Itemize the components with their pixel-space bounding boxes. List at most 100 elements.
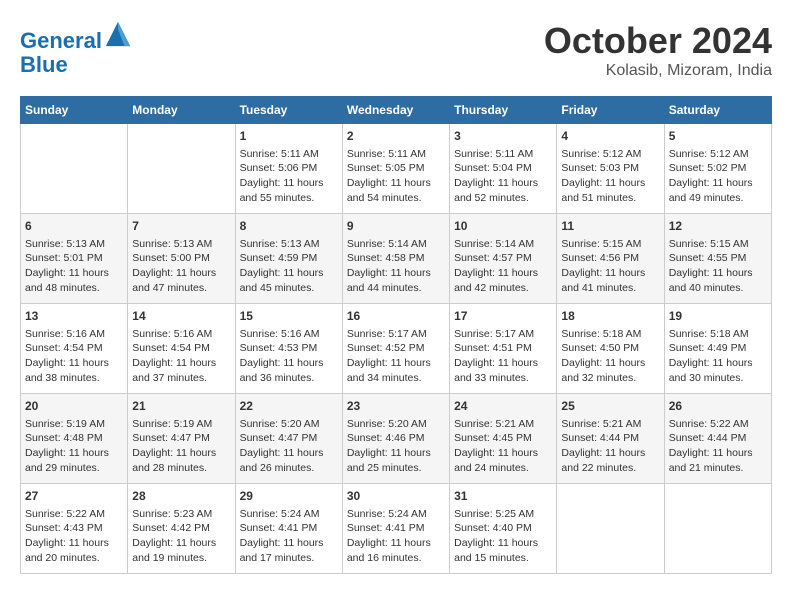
day-info: Sunrise: 5:14 AM Sunset: 4:58 PM Dayligh… xyxy=(347,237,445,296)
header-day-monday: Monday xyxy=(128,97,235,124)
header-day-friday: Friday xyxy=(557,97,664,124)
day-number: 2 xyxy=(347,128,445,145)
header-day-thursday: Thursday xyxy=(450,97,557,124)
calendar-cell: 18 Sunrise: 5:18 AM Sunset: 4:50 PM Dayli… xyxy=(557,304,664,394)
calendar-subtitle: Kolasib, Mizoram, India xyxy=(544,62,772,80)
day-info: Sunrise: 5:13 AM Sunset: 5:00 PM Dayligh… xyxy=(132,237,230,296)
day-info: Sunrise: 5:19 AM Sunset: 4:48 PM Dayligh… xyxy=(25,417,123,476)
day-number: 6 xyxy=(25,218,123,235)
calendar-cell: 20 Sunrise: 5:19 AM Sunset: 4:48 PM Dayli… xyxy=(21,394,128,484)
day-number: 18 xyxy=(561,308,659,325)
title-block: October 2024 Kolasib, Mizoram, India xyxy=(544,20,772,80)
day-number: 10 xyxy=(454,218,552,235)
day-number: 16 xyxy=(347,308,445,325)
page-header: General Blue October 2024 Kolasib, Mizor… xyxy=(20,20,772,80)
day-info: Sunrise: 5:24 AM Sunset: 4:41 PM Dayligh… xyxy=(240,507,338,566)
calendar-cell: 23 Sunrise: 5:20 AM Sunset: 4:46 PM Dayli… xyxy=(342,394,449,484)
day-info: Sunrise: 5:20 AM Sunset: 4:46 PM Dayligh… xyxy=(347,417,445,476)
day-number: 4 xyxy=(561,128,659,145)
calendar-cell: 31Sunrise: 5:25 AM Sunset: 4:40 PM Dayli… xyxy=(450,484,557,574)
day-info: Sunrise: 5:24 AM Sunset: 4:41 PM Dayligh… xyxy=(347,507,445,566)
logo-general: General xyxy=(20,28,102,53)
day-info: Sunrise: 5:13 AM Sunset: 5:01 PM Dayligh… xyxy=(25,237,123,296)
day-number: 20 xyxy=(25,398,123,415)
week-row-2: 6 Sunrise: 5:13 AM Sunset: 5:01 PM Daylig… xyxy=(21,214,772,304)
logo-icon xyxy=(104,20,132,48)
week-row-4: 20 Sunrise: 5:19 AM Sunset: 4:48 PM Dayli… xyxy=(21,394,772,484)
day-info: Sunrise: 5:22 AM Sunset: 4:44 PM Dayligh… xyxy=(669,417,767,476)
day-info: Sunrise: 5:15 AM Sunset: 4:55 PM Dayligh… xyxy=(669,237,767,296)
day-info: Sunrise: 5:18 AM Sunset: 4:50 PM Dayligh… xyxy=(561,327,659,386)
day-info: Sunrise: 5:17 AM Sunset: 4:52 PM Dayligh… xyxy=(347,327,445,386)
day-info: Sunrise: 5:25 AM Sunset: 4:40 PM Dayligh… xyxy=(454,507,552,566)
calendar-cell: 9 Sunrise: 5:14 AM Sunset: 4:58 PM Daylig… xyxy=(342,214,449,304)
calendar-cell: 13Sunrise: 5:16 AM Sunset: 4:54 PM Dayli… xyxy=(21,304,128,394)
day-info: Sunrise: 5:21 AM Sunset: 4:45 PM Dayligh… xyxy=(454,417,552,476)
week-row-5: 27Sunrise: 5:22 AM Sunset: 4:43 PM Dayli… xyxy=(21,484,772,574)
day-number: 5 xyxy=(669,128,767,145)
day-number: 1 xyxy=(240,128,338,145)
day-info: Sunrise: 5:19 AM Sunset: 4:47 PM Dayligh… xyxy=(132,417,230,476)
day-info: Sunrise: 5:20 AM Sunset: 4:47 PM Dayligh… xyxy=(240,417,338,476)
calendar-cell: 24 Sunrise: 5:21 AM Sunset: 4:45 PM Dayli… xyxy=(450,394,557,484)
day-info: Sunrise: 5:11 AM Sunset: 5:04 PM Dayligh… xyxy=(454,147,552,206)
calendar-cell xyxy=(21,124,128,214)
day-info: Sunrise: 5:11 AM Sunset: 5:05 PM Dayligh… xyxy=(347,147,445,206)
day-number: 7 xyxy=(132,218,230,235)
calendar-cell: 1 Sunrise: 5:11 AM Sunset: 5:06 PM Daylig… xyxy=(235,124,342,214)
day-number: 30 xyxy=(347,488,445,505)
day-number: 29 xyxy=(240,488,338,505)
week-row-1: 1 Sunrise: 5:11 AM Sunset: 5:06 PM Daylig… xyxy=(21,124,772,214)
calendar-cell: 21 Sunrise: 5:19 AM Sunset: 4:47 PM Dayli… xyxy=(128,394,235,484)
day-info: Sunrise: 5:17 AM Sunset: 4:51 PM Dayligh… xyxy=(454,327,552,386)
calendar-cell: 22 Sunrise: 5:20 AM Sunset: 4:47 PM Dayli… xyxy=(235,394,342,484)
calendar-cell: 12 Sunrise: 5:15 AM Sunset: 4:55 PM Dayli… xyxy=(664,214,771,304)
calendar-cell xyxy=(557,484,664,574)
day-info: Sunrise: 5:15 AM Sunset: 4:56 PM Dayligh… xyxy=(561,237,659,296)
calendar-cell: 25Sunrise: 5:21 AM Sunset: 4:44 PM Dayli… xyxy=(557,394,664,484)
day-info: Sunrise: 5:23 AM Sunset: 4:42 PM Dayligh… xyxy=(132,507,230,566)
calendar-cell: 16 Sunrise: 5:17 AM Sunset: 4:52 PM Dayli… xyxy=(342,304,449,394)
day-number: 17 xyxy=(454,308,552,325)
day-number: 9 xyxy=(347,218,445,235)
day-number: 23 xyxy=(347,398,445,415)
day-number: 19 xyxy=(669,308,767,325)
calendar-table: SundayMondayTuesdayWednesdayThursdayFrid… xyxy=(20,96,772,574)
day-info: Sunrise: 5:14 AM Sunset: 4:57 PM Dayligh… xyxy=(454,237,552,296)
header-row: SundayMondayTuesdayWednesdayThursdayFrid… xyxy=(21,97,772,124)
header-day-saturday: Saturday xyxy=(664,97,771,124)
week-row-3: 13Sunrise: 5:16 AM Sunset: 4:54 PM Dayli… xyxy=(21,304,772,394)
calendar-cell: 4 Sunrise: 5:12 AM Sunset: 5:03 PM Daylig… xyxy=(557,124,664,214)
day-info: Sunrise: 5:12 AM Sunset: 5:03 PM Dayligh… xyxy=(561,147,659,206)
day-number: 13 xyxy=(25,308,123,325)
calendar-cell: 14Sunrise: 5:16 AM Sunset: 4:54 PM Dayli… xyxy=(128,304,235,394)
day-number: 14 xyxy=(132,308,230,325)
day-number: 24 xyxy=(454,398,552,415)
day-info: Sunrise: 5:11 AM Sunset: 5:06 PM Dayligh… xyxy=(240,147,338,206)
calendar-cell: 5 Sunrise: 5:12 AM Sunset: 5:02 PM Daylig… xyxy=(664,124,771,214)
calendar-cell: 27Sunrise: 5:22 AM Sunset: 4:43 PM Dayli… xyxy=(21,484,128,574)
calendar-cell xyxy=(664,484,771,574)
calendar-cell: 11Sunrise: 5:15 AM Sunset: 4:56 PM Dayli… xyxy=(557,214,664,304)
calendar-cell: 19 Sunrise: 5:18 AM Sunset: 4:49 PM Dayli… xyxy=(664,304,771,394)
calendar-cell: 7 Sunrise: 5:13 AM Sunset: 5:00 PM Daylig… xyxy=(128,214,235,304)
calendar-cell: 2 Sunrise: 5:11 AM Sunset: 5:05 PM Daylig… xyxy=(342,124,449,214)
calendar-cell: 6 Sunrise: 5:13 AM Sunset: 5:01 PM Daylig… xyxy=(21,214,128,304)
day-number: 25 xyxy=(561,398,659,415)
day-info: Sunrise: 5:12 AM Sunset: 5:02 PM Dayligh… xyxy=(669,147,767,206)
day-number: 22 xyxy=(240,398,338,415)
header-day-sunday: Sunday xyxy=(21,97,128,124)
day-info: Sunrise: 5:16 AM Sunset: 4:53 PM Dayligh… xyxy=(240,327,338,386)
day-number: 3 xyxy=(454,128,552,145)
day-number: 26 xyxy=(669,398,767,415)
calendar-cell: 26 Sunrise: 5:22 AM Sunset: 4:44 PM Dayli… xyxy=(664,394,771,484)
header-day-tuesday: Tuesday xyxy=(235,97,342,124)
day-number: 8 xyxy=(240,218,338,235)
header-day-wednesday: Wednesday xyxy=(342,97,449,124)
day-number: 21 xyxy=(132,398,230,415)
day-number: 12 xyxy=(669,218,767,235)
calendar-cell: 29 Sunrise: 5:24 AM Sunset: 4:41 PM Dayli… xyxy=(235,484,342,574)
logo-blue: Blue xyxy=(20,52,68,77)
day-info: Sunrise: 5:18 AM Sunset: 4:49 PM Dayligh… xyxy=(669,327,767,386)
calendar-title: October 2024 xyxy=(544,20,772,62)
